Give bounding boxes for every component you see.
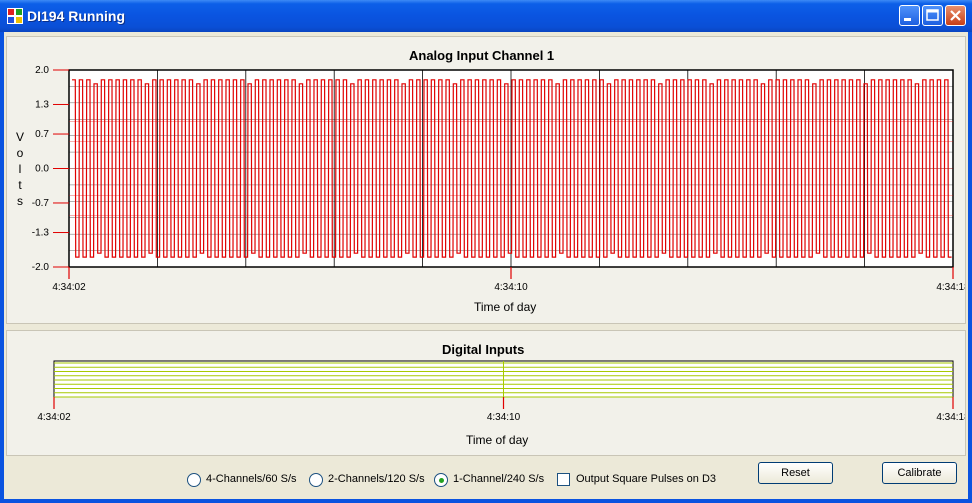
y-tick-label: -1.3 [32, 228, 50, 239]
checkbox-label: Output Square Pulses on D3 [576, 473, 717, 485]
minimize-button[interactable] [899, 5, 920, 26]
digital-chart-panel: Digital Inputs 4:34:024:34:104:34:18 Tim… [6, 330, 966, 456]
app-icon [7, 8, 23, 24]
x-tick-label: 4:34:10 [487, 412, 521, 423]
y-axis-label-letter: t [18, 178, 22, 192]
x-tick-label: 4:34:10 [494, 282, 528, 293]
y-axis-label-letter: o [17, 146, 24, 160]
window-title: DI194 Running [27, 8, 126, 24]
title-bar[interactable]: DI194 Running [0, 0, 972, 32]
x-tick-label: 4:34:02 [52, 282, 86, 293]
radio-circle[interactable] [309, 473, 323, 487]
analog-chart-plot: 2.0 1.3 0.7 0.0 -0.7 -1.3 -2.0 4:34:02 4:34:10 4… [16, 65, 965, 293]
maximize-button[interactable] [922, 5, 943, 26]
y-axis-label-letter: V [16, 130, 24, 144]
y-axis-label-letter: l [19, 162, 22, 176]
maximize-icon [926, 9, 939, 21]
radio-circle[interactable] [187, 473, 201, 487]
checkbox-box[interactable] [557, 473, 570, 486]
calibrate-button[interactable]: Calibrate [882, 462, 957, 484]
app-window: DI194 Running Analog Input Channel 1 2.0… [0, 0, 972, 503]
radio-selected-dot [439, 478, 444, 483]
client-area: Analog Input Channel 1 2.0 1.3 0.7 0.0 -0.7-… [4, 32, 968, 499]
x-tick-label: 4:34:18 [936, 282, 965, 293]
y-tick-label: 1.3 [35, 99, 49, 110]
digital-x-axis-label: Time of day [466, 433, 529, 447]
analog-chart-panel: Analog Input Channel 1 2.0 1.3 0.7 0.0 -0.7-… [6, 36, 966, 324]
close-button[interactable] [945, 5, 966, 26]
close-icon [950, 10, 961, 21]
radio-label: 4-Channels/60 S/s [206, 473, 297, 485]
y-tick-label: 0.7 [35, 129, 49, 140]
minimize-icon [904, 18, 911, 21]
x-tick-label: 4:34:18 [936, 412, 965, 423]
radio-label: 2-Channels/120 S/s [328, 473, 425, 485]
y-tick-label: 2.0 [35, 65, 49, 76]
radio-circle[interactable] [434, 473, 448, 487]
reset-button[interactable]: Reset [758, 462, 833, 484]
radio-label: 1-Channel/240 S/s [453, 473, 545, 485]
y-tick-label: -0.7 [32, 198, 50, 209]
y-tick-label: -2.0 [32, 262, 50, 273]
x-tick-label: 4:34:02 [37, 412, 71, 423]
y-tick-label: 0.0 [35, 164, 49, 175]
y-axis-label-letter: s [17, 194, 23, 208]
analog-x-axis-label: Time of day [474, 300, 537, 314]
